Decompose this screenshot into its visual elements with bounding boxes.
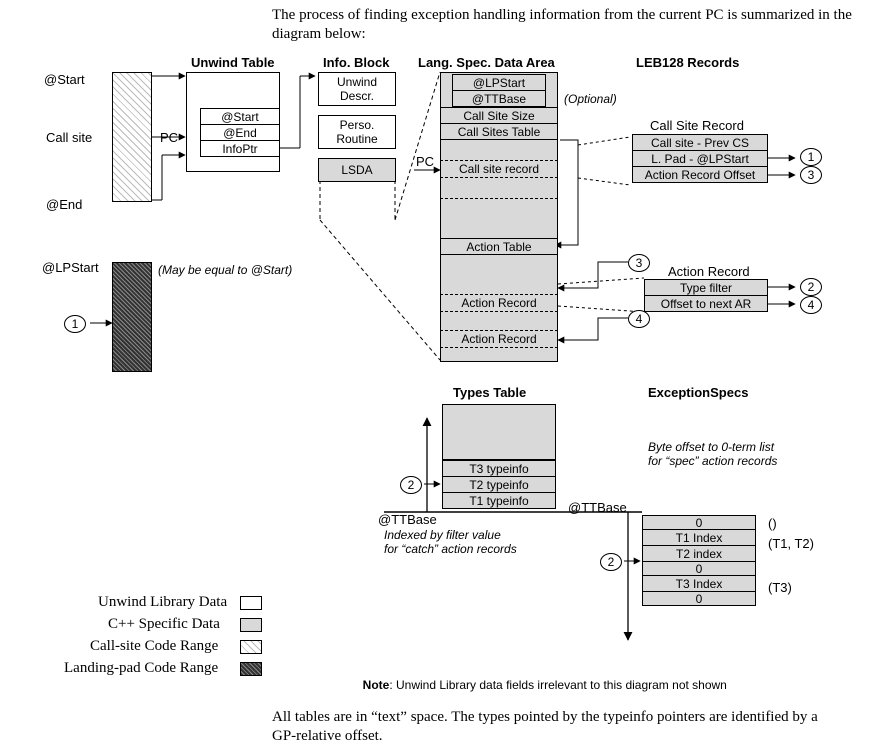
oval-in-2a: 2 [400,476,422,494]
swatch-white [240,596,262,610]
specs-t2: T2 index [642,545,756,562]
ar-r1: Type filter [644,279,768,296]
label-at-end: @End [46,197,82,212]
oval-out-3: 3 [800,166,822,184]
types-t1: T1 typeinfo [442,492,556,509]
label-at-lpstart: @LPStart [42,260,99,275]
note-bold: Note [363,678,390,692]
swatch-hatch-dark [240,662,262,676]
heading-unwind-table: Unwind Table [191,55,275,70]
specs-z3: 0 [642,591,756,606]
swatch-hatch-light [240,640,262,654]
label-call-site: Call site [46,130,92,145]
unwind-row-end: @End [200,124,280,141]
heading-leb128: LEB128 Records [636,55,739,70]
types-t3: T3 typeinfo [442,460,556,477]
lsda-ar1: Action Record [440,294,558,312]
landing-pad-code-range-block [112,262,152,372]
specs-t3: T3 Index [642,575,756,592]
lsda-cst: Call Sites Table [440,123,558,140]
lsda-at: Action Table [440,238,558,255]
label-pc-2: PC [416,154,434,169]
legend-unwind: Unwind Library Data [98,594,227,611]
lsda-ar2: Action Record [440,330,558,348]
oval-in-4: 4 [628,310,650,328]
lsda-csr: Call site record [440,160,558,178]
filter-note: Indexed by filter value for “catch” acti… [384,528,517,556]
ar-title: Action Record [668,264,750,279]
specs-side-t3: (T3) [768,580,792,595]
spec-note: Byte offset to 0-term list for “spec” ac… [648,440,777,468]
lsda-lpstart: @LPStart [452,74,546,91]
specs-z2: 0 [642,561,756,576]
outro-text: All tables are in “text” space. The type… [272,708,832,746]
info-block-lsda: LSDA [318,158,396,182]
legend-callsite: Call-site Code Range [90,638,218,655]
unwind-row-start: @Start [200,108,280,125]
label-ttbase-right: @TTBase [568,500,627,515]
heading-types-table: Types Table [453,385,526,400]
oval-in-3: 3 [628,254,650,272]
csr-title: Call Site Record [650,118,744,133]
csr-r1: Call site - Prev CS [632,134,768,151]
note-line: Note: Unwind Library data fields irrelev… [356,664,727,692]
heading-info-block: Info. Block [323,55,389,70]
oval-out-4: 4 [800,296,822,314]
lsda-css: Call Site Size [440,107,558,124]
info-block-perso: Perso. Routine [318,115,396,149]
swatch-grey [240,618,262,632]
specs-side-empty: () [768,516,777,531]
label-at-start: @Start [44,72,85,87]
intro-text: The process of finding exception handlin… [272,6,852,44]
oval-in-1: 1 [64,315,86,333]
label-ttbase-left: @TTBase [378,512,437,527]
specs-side-t12: (T1, T2) [768,536,814,551]
label-optional: (Optional) [564,92,617,106]
legend-cpp: C++ Specific Data [108,616,220,633]
types-t2: T2 typeinfo [442,476,556,493]
specs-z1: 0 [642,515,756,530]
diagram-page: The process of finding exception handlin… [0,0,890,739]
call-site-code-range-block [112,72,152,202]
label-may-equal: (May be equal to @Start) [158,263,292,277]
oval-in-2b: 2 [600,553,622,571]
lsda-ttbase: @TTBase [452,90,546,107]
unwind-row-infoptr: InfoPtr [200,140,280,157]
heading-exception-specs: ExceptionSpecs [648,385,748,400]
oval-out-2: 2 [800,278,822,296]
csr-r3: Action Record Offset [632,166,768,183]
specs-t1: T1 Index [642,529,756,546]
types-table-top [442,404,556,460]
info-block-descr: Unwind Descr. [318,72,396,106]
note-rest: : Unwind Library data fields irrelevant … [389,678,727,692]
heading-lsda: Lang. Spec. Data Area [418,55,555,70]
legend-lpad: Landing-pad Code Range [64,660,218,677]
csr-r2: L. Pad - @LPStart [632,150,768,167]
oval-out-1: 1 [800,148,822,166]
label-pc-1: PC [160,130,178,145]
ar-r2: Offset to next AR [644,295,768,312]
